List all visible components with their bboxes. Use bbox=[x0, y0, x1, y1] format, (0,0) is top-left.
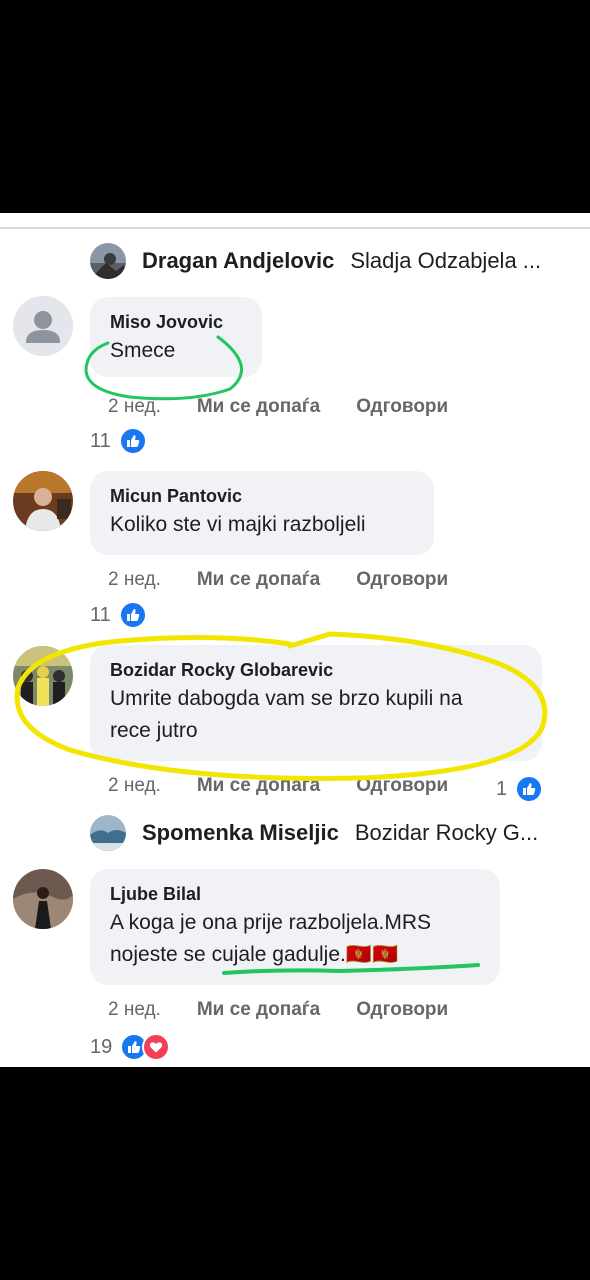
comment-text-line: nojeste se cujale gadulje.🇲🇪🇲🇪 bbox=[110, 943, 399, 966]
avatar[interactable] bbox=[13, 471, 73, 531]
reply-button[interactable]: Одговори bbox=[356, 569, 448, 591]
like-button[interactable]: Ми се допаѓа bbox=[197, 569, 320, 591]
comments-panel: Dragan Andjelovic Sladja Odzabjela ... M… bbox=[0, 213, 590, 1067]
comment-author[interactable]: Ljube Bilal bbox=[110, 883, 480, 905]
avatar[interactable] bbox=[13, 869, 73, 929]
comment-author[interactable]: Miso Jovovic bbox=[110, 311, 242, 333]
like-button[interactable]: Ми се допаѓа bbox=[197, 999, 320, 1021]
comment-text: Smece bbox=[110, 339, 176, 362]
reply-button[interactable]: Одговори bbox=[356, 999, 448, 1021]
comment-bubble[interactable]: Micun Pantovic Koliko ste vi majki razbo… bbox=[90, 471, 434, 555]
reaction-count[interactable]: 11 bbox=[90, 601, 147, 629]
comment-bubble[interactable]: Miso Jovovic Smece bbox=[90, 297, 262, 377]
comment-text-line: Umrite dabogda vam se brzo kupili na bbox=[110, 687, 463, 710]
like-icon bbox=[515, 775, 544, 803]
reply-to-name[interactable]: Sladja Odzabjela ... bbox=[350, 248, 541, 274]
like-icon bbox=[118, 427, 147, 455]
comment-time[interactable]: 2 нед. bbox=[108, 999, 161, 1021]
comment-time[interactable]: 2 нед. bbox=[108, 569, 161, 591]
reply-button[interactable]: Одговори bbox=[356, 775, 448, 797]
comment-text: Koliko ste vi majki razboljeli bbox=[110, 513, 366, 536]
reply-author-name[interactable]: Spomenka Miseljic bbox=[142, 820, 339, 846]
reaction-count[interactable]: 19 bbox=[90, 1033, 171, 1061]
avatar[interactable] bbox=[13, 296, 73, 356]
default-avatar-icon bbox=[13, 296, 73, 356]
reply-to-name[interactable]: Bozidar Rocky G... bbox=[355, 820, 538, 846]
comment-actions: 2 нед. Ми се допаѓа Одговори bbox=[108, 999, 448, 1021]
reaction-number: 11 bbox=[90, 429, 111, 452]
reply-header[interactable]: Spomenka Miseljic Bozidar Rocky G... bbox=[90, 815, 538, 851]
comment-text-line: rece jutro bbox=[110, 719, 198, 742]
reply-header[interactable]: Dragan Andjelovic Sladja Odzabjela ... bbox=[90, 243, 541, 279]
reaction-number: 19 bbox=[90, 1035, 113, 1058]
comment-actions: 2 нед. Ми се допаѓа Одговори bbox=[108, 569, 448, 591]
divider bbox=[0, 227, 590, 229]
comment-author[interactable]: Micun Pantovic bbox=[110, 485, 414, 507]
comment-author[interactable]: Bozidar Rocky Globarevic bbox=[110, 659, 522, 681]
avatar[interactable] bbox=[90, 815, 126, 851]
reaction-count[interactable]: 11 bbox=[90, 427, 147, 455]
reply-button[interactable]: Одговори bbox=[356, 396, 448, 418]
comment-time[interactable]: 2 нед. bbox=[108, 775, 161, 797]
reaction-number: 1 bbox=[496, 777, 508, 800]
comment-actions: 2 нед. Ми се допаѓа Одговори bbox=[108, 775, 448, 797]
reaction-count[interactable]: 1 bbox=[496, 775, 544, 803]
comment-text-line: A koga je ona prije razboljela.MRS bbox=[110, 911, 432, 934]
comment-actions: 2 нед. Ми се допаѓа Одговори bbox=[108, 396, 448, 418]
avatar[interactable] bbox=[90, 243, 126, 279]
like-icon bbox=[118, 601, 147, 629]
heart-icon bbox=[142, 1033, 171, 1061]
like-button[interactable]: Ми се допаѓа bbox=[197, 396, 320, 418]
comment-time[interactable]: 2 нед. bbox=[108, 396, 161, 418]
reaction-number: 11 bbox=[90, 603, 111, 626]
comment-bubble[interactable]: Ljube Bilal A koga je ona prije razbolje… bbox=[90, 869, 500, 985]
reply-author-name[interactable]: Dragan Andjelovic bbox=[142, 248, 334, 274]
like-button[interactable]: Ми се допаѓа bbox=[197, 775, 320, 797]
comment-bubble[interactable]: Bozidar Rocky Globarevic Umrite dabogda … bbox=[90, 645, 542, 761]
avatar[interactable] bbox=[13, 646, 73, 706]
